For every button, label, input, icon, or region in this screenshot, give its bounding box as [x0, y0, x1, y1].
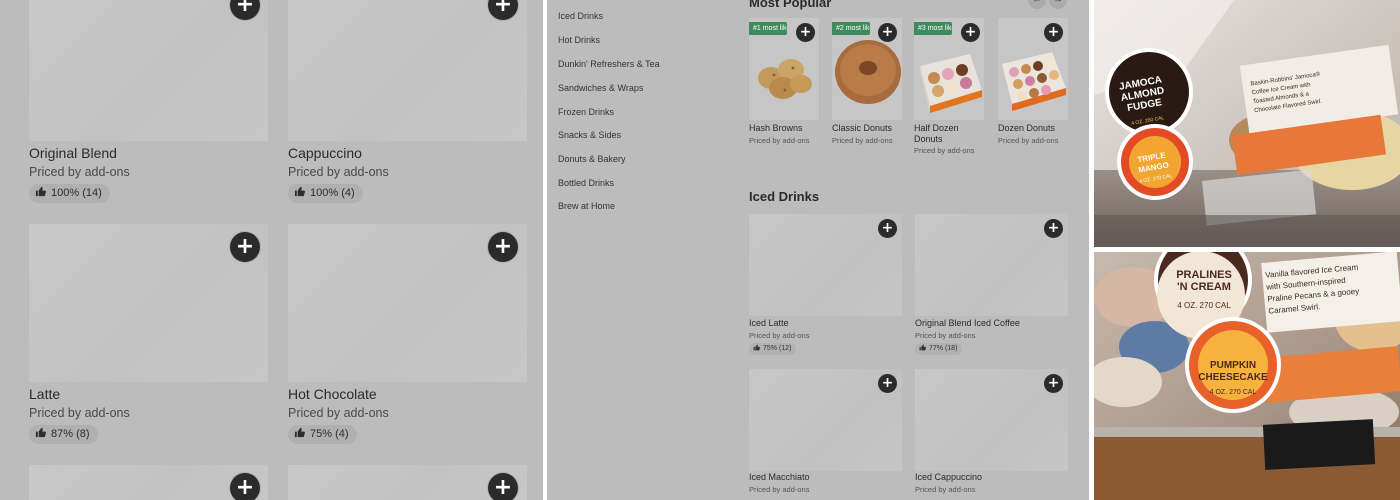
product-price: Priced by add-ons	[915, 331, 976, 340]
rank-badge: #1 most liked	[749, 22, 787, 35]
flavor-label-line: 'N CREAM	[1177, 281, 1231, 293]
flavor-label-line: PUMPKIN	[1210, 360, 1256, 371]
thumbs-up-icon	[35, 427, 46, 438]
add-button[interactable]: +	[488, 473, 518, 500]
category-link[interactable]: Iced Drinks	[558, 11, 603, 21]
category-link[interactable]: Dunkin' Refreshers & Tea	[558, 59, 660, 69]
rating-badge: 77% (18)	[915, 343, 963, 355]
product-name: Latte	[29, 386, 61, 402]
rating-text: 75% (4)	[310, 428, 349, 440]
rating-text: 100% (14)	[51, 187, 102, 199]
ice-cream-photo-bottom: PRALINES 'N CREAM 4 OZ. 270 CAL PUMPKIN …	[1094, 252, 1400, 500]
product-name: Iced Cappuccino	[915, 472, 983, 482]
product-name: Iced Macchiato	[749, 472, 810, 482]
product-card-original-blend[interactable]: + Original Blend Priced by add-ons 100% …	[29, 0, 268, 210]
thumbs-up-icon	[919, 344, 926, 351]
product-name: Original Blend Iced Coffee	[915, 318, 1020, 328]
product-price: Priced by add-ons	[288, 406, 389, 420]
product-price: Priced by add-ons	[749, 136, 810, 145]
product-card-cappuccino[interactable]: + Cappuccino Priced by add-ons 100% (4)	[288, 0, 527, 210]
add-button[interactable]: +	[230, 232, 260, 262]
calorie-label: 4 OZ. 270 CAL	[1177, 301, 1231, 310]
flavor-label-line: PRALINES	[1176, 269, 1232, 281]
section-title-most-popular: Most Popular	[749, 0, 832, 10]
thumbs-up-icon	[753, 344, 760, 351]
menu-page-panel: Iced Drinks Hot Drinks Dunkin' Refresher…	[547, 0, 1089, 500]
add-button[interactable]: +	[878, 23, 897, 42]
rating-text: 87% (8)	[51, 428, 90, 440]
rank-badge: #3 most liked	[914, 22, 952, 35]
scroll-left-button[interactable]: ←	[1028, 0, 1046, 9]
product-price: Priced by add-ons	[914, 146, 975, 155]
product-image	[288, 0, 527, 141]
product-card[interactable]: +	[288, 465, 527, 500]
rating-badge: 87% (8)	[29, 425, 98, 444]
section-title-iced-drinks: Iced Drinks	[749, 189, 820, 204]
add-button[interactable]: +	[1044, 219, 1063, 238]
add-button[interactable]: +	[796, 23, 815, 42]
product-price: Priced by add-ons	[998, 136, 1059, 145]
add-button[interactable]: +	[230, 473, 260, 500]
add-button[interactable]: +	[1044, 374, 1063, 393]
product-card-hot-chocolate[interactable]: + Hot Chocolate Priced by add-ons 75% (4…	[288, 224, 527, 446]
thumbs-up-icon	[294, 427, 305, 438]
left-menu-panel: + Original Blend Priced by add-ons 100% …	[0, 0, 543, 500]
product-price: Priced by add-ons	[749, 485, 810, 494]
add-button[interactable]: +	[488, 232, 518, 262]
product-name: Dozen Donuts	[998, 123, 1056, 133]
category-link[interactable]: Donuts & Bakery	[558, 154, 626, 164]
product-price: Priced by add-ons	[915, 485, 976, 494]
category-link[interactable]: Brew at Home	[558, 201, 615, 211]
rating-badge: 100% (14)	[29, 184, 110, 203]
product-price: Priced by add-ons	[832, 136, 893, 145]
product-name: Hot Chocolate	[288, 386, 377, 402]
rating-badge: 75% (12)	[749, 343, 797, 355]
rating-text: 75% (12)	[763, 345, 792, 352]
rating-text: 100% (4)	[310, 187, 355, 199]
product-card[interactable]: +	[29, 465, 268, 500]
category-link[interactable]: Snacks & Sides	[558, 130, 621, 140]
rating-badge: 100% (4)	[288, 184, 363, 203]
product-name: Original Blend	[29, 145, 117, 161]
add-button[interactable]: +	[961, 23, 980, 42]
product-price: Priced by add-ons	[749, 331, 810, 340]
product-price: Priced by add-ons	[29, 165, 130, 179]
product-name: Iced Latte	[749, 318, 789, 328]
thumbs-up-icon	[35, 186, 46, 197]
product-price: Priced by add-ons	[29, 406, 130, 420]
rank-badge: #2 most liked	[832, 22, 870, 35]
category-link[interactable]: Frozen Drinks	[558, 107, 614, 117]
ice-cream-photo-top: JAMOCA ALMOND FUDGE 4 OZ. 250 CAL TRIPLE…	[1094, 0, 1400, 247]
rating-badge: 75% (4)	[288, 425, 357, 444]
product-name: Cappuccino	[288, 145, 362, 161]
category-link[interactable]: Sandwiches & Wraps	[558, 83, 643, 93]
product-name: Half Dozen Donuts	[914, 123, 959, 144]
product-name: Classic Donuts	[832, 123, 893, 133]
product-card-latte[interactable]: + Latte Priced by add-ons 87% (8)	[29, 224, 268, 446]
category-link[interactable]: Hot Drinks	[558, 35, 600, 45]
thumbs-up-icon	[294, 186, 305, 197]
ice-cream-case-photo: JAMOCA ALMOND FUDGE 4 OZ. 250 CAL TRIPLE…	[1094, 0, 1400, 247]
ice-cream-case-photo: PRALINES 'N CREAM 4 OZ. 270 CAL PUMPKIN …	[1094, 252, 1400, 500]
add-button[interactable]: +	[878, 219, 897, 238]
scroll-right-button[interactable]: →	[1049, 0, 1067, 9]
calorie-label: 4 OZ. 270 CAL	[1210, 389, 1257, 396]
flavor-label-line: CHEESECAKE	[1198, 372, 1268, 383]
product-price: Priced by add-ons	[288, 165, 389, 179]
add-button[interactable]: +	[1044, 23, 1063, 42]
product-name: Hash Browns	[749, 123, 803, 133]
category-link[interactable]: Bottled Drinks	[558, 178, 614, 188]
add-button[interactable]: +	[878, 374, 897, 393]
rating-text: 77% (18)	[929, 345, 958, 352]
product-image	[29, 0, 268, 141]
